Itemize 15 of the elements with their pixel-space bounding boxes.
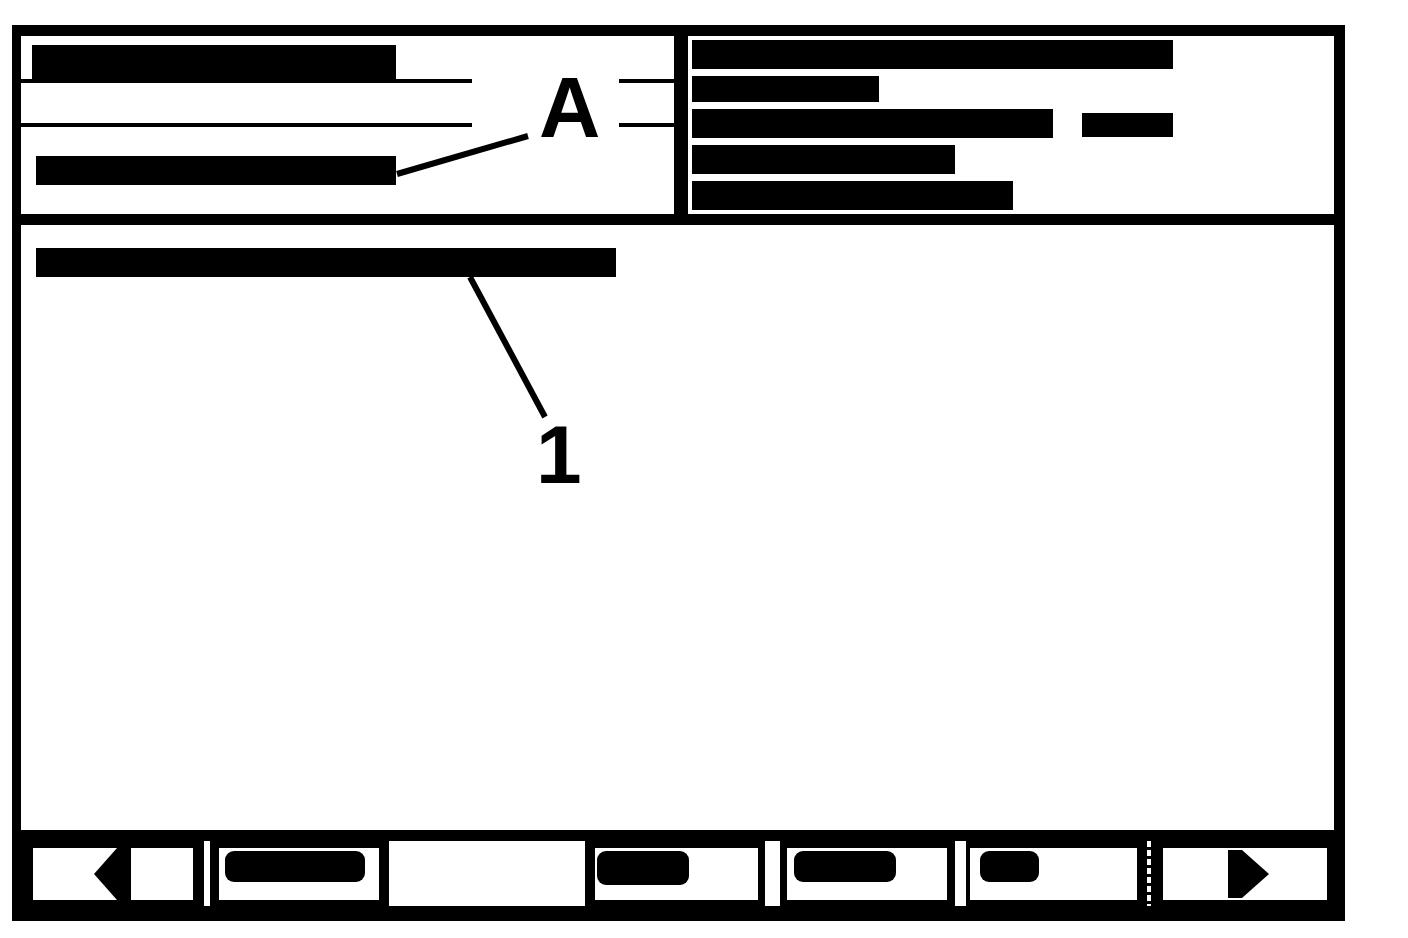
key-separator bbox=[1147, 841, 1151, 906]
key-separator bbox=[204, 841, 210, 906]
key-separator bbox=[765, 841, 780, 906]
redaction-bar bbox=[980, 851, 1039, 882]
left-arrow-key[interactable] bbox=[33, 848, 193, 900]
soft-key[interactable] bbox=[219, 848, 379, 900]
right-arrow-icon bbox=[1228, 850, 1269, 898]
callout-label: 1 bbox=[536, 414, 582, 496]
soft-key[interactable] bbox=[970, 848, 1137, 900]
left-arrow-icon bbox=[94, 848, 131, 900]
key-separator bbox=[955, 841, 966, 906]
callout-label: A bbox=[539, 65, 601, 150]
soft-key[interactable] bbox=[595, 848, 758, 900]
soft-key[interactable] bbox=[787, 848, 947, 900]
right-arrow-key[interactable] bbox=[1163, 848, 1327, 900]
